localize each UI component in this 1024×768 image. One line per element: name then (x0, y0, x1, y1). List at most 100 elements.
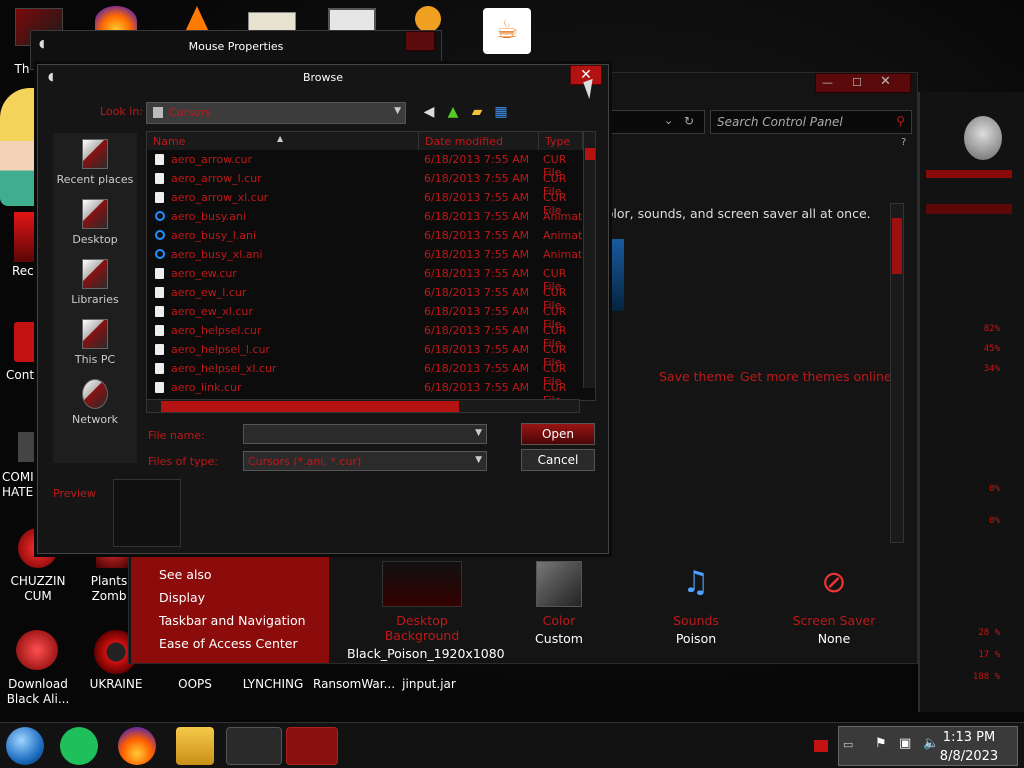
file-row[interactable]: aero_busy_l.ani 6/18/2013 7:55 AM Animated (147, 226, 595, 245)
notification-icon[interactable] (814, 740, 828, 752)
start-button-icon[interactable] (6, 727, 44, 765)
close-icon[interactable]: ✕ (880, 74, 891, 89)
new-folder-icon[interactable]: ▰ (468, 103, 486, 121)
place-this-pc[interactable]: This PC (53, 319, 137, 366)
setting-value: Poison (675, 631, 717, 646)
taskbar-app-personalization[interactable] (226, 727, 282, 765)
taskbar-app-mouse-properties[interactable] (286, 727, 338, 765)
desktop-icon-label: CHUZZIN CUM (10, 574, 66, 603)
scrollbar-thumb[interactable] (585, 148, 595, 160)
desktop-icon-download[interactable]: Download Black Ali... (0, 677, 76, 707)
address-bar[interactable]: ⌄ ↻ (599, 110, 705, 134)
gadget-bar (926, 170, 1012, 178)
file-name: aero_helpsel_xl.cur (171, 362, 277, 375)
clock-time: 1:13 PM (942, 730, 996, 745)
flag-icon[interactable]: ⚑ (875, 736, 887, 751)
taskbar-navigation-link[interactable]: Taskbar and Navigation (159, 609, 319, 632)
close-button[interactable] (405, 31, 435, 51)
desktop-icon-chuzzin[interactable]: CHUZZIN CUM (0, 574, 76, 604)
back-icon[interactable]: ◀ (420, 103, 438, 121)
file-row[interactable]: aero_arrow_xl.cur 6/18/2013 7:55 AM CUR Fi… (147, 188, 583, 217)
column-header-name[interactable]: Name ▲ (147, 132, 419, 150)
java-icon[interactable]: ☕ (483, 8, 531, 54)
file-list-scrollbar[interactable] (583, 132, 595, 388)
desktop-icon-label: RansomWar... (313, 677, 396, 691)
place-recent[interactable]: Recent places (53, 139, 137, 186)
cancel-button[interactable]: Cancel (521, 449, 595, 471)
file-row[interactable]: aero_arrow_l.cur 6/18/2013 7:55 AM CUR Fil… (147, 169, 583, 198)
network-icon[interactable]: ▣ (899, 736, 911, 751)
desktop-shortcut-icon[interactable] (18, 432, 38, 462)
column-header-date[interactable]: Date modified (419, 132, 539, 150)
chevron-down-icon[interactable]: ⌄ (664, 114, 673, 127)
view-menu-icon[interactable]: ▦ (492, 103, 510, 121)
sounds-icon[interactable]: ♫ (673, 561, 719, 607)
color-setting[interactable]: Color Custom (499, 561, 619, 646)
file-date: 6/18/2013 7:55 AM (424, 229, 530, 242)
maximize-icon[interactable]: ☐ (852, 76, 862, 89)
file-row[interactable]: aero_helpsel_l.cur 6/18/2013 7:55 AM CUR F… (147, 340, 583, 369)
file-row[interactable]: aero_helpsel.cur 6/18/2013 7:55 AM CUR Fil… (147, 321, 583, 350)
desktop-background-setting[interactable]: Desktop Background Black_Poison_1920x108… (347, 561, 505, 661)
file-row[interactable]: aero_ew_xl.cur 6/18/2013 7:55 AM CUR File (147, 302, 583, 331)
file-row[interactable]: aero_helpsel_xl.cur 6/18/2013 7:55 AM CUR … (147, 359, 583, 388)
file-row[interactable]: aero_busy.ani 6/18/2013 7:55 AM Animated (147, 207, 595, 226)
this-pc-icon (82, 319, 108, 349)
desktop-icon-ransomware[interactable]: RansomWar... (313, 677, 395, 692)
file-row[interactable]: aero_busy_xl.ani 6/18/2013 7:55 AM Animate… (147, 245, 595, 264)
open-button[interactable]: Open (521, 423, 595, 445)
screen-saver-setting[interactable]: ⊘ Screen Saver None (774, 561, 894, 646)
refresh-icon[interactable]: ↻ (684, 114, 694, 128)
get-more-themes-link[interactable]: Get more themes online (740, 369, 892, 384)
recycle-bin-icon[interactable] (14, 212, 36, 262)
gadget-percent: 188 % (972, 672, 1000, 682)
desktop-icon-ukraine[interactable]: UKRAINE (78, 677, 154, 692)
screen-saver-icon[interactable]: ⊘ (811, 561, 857, 607)
firefox-icon[interactable] (118, 727, 156, 765)
scrollbar-thumb[interactable] (892, 218, 902, 274)
save-theme-link[interactable]: Save theme (659, 369, 734, 384)
clock[interactable]: 1:13 PM 8/8/2023 (934, 728, 1004, 766)
desktop-icon-oops[interactable]: OOPS (157, 677, 233, 692)
file-list[interactable]: Name ▲ Date modified Type aero_arrow.cur 6… (146, 131, 596, 401)
gpu-icon[interactable]: ▭ (843, 738, 853, 751)
scrollbar-thumb[interactable] (161, 401, 459, 412)
place-desktop[interactable]: Desktop (53, 199, 137, 246)
file-row[interactable]: aero_link.cur 6/18/2013 7:55 AM CUR File (147, 378, 583, 400)
files-of-type-dropdown[interactable]: Cursors (*.ani, *.cur) ▼ (243, 451, 487, 471)
vlc-icon[interactable] (185, 6, 209, 32)
chevron-down-icon: ▼ (475, 455, 482, 465)
chat-app-icon[interactable] (60, 727, 98, 765)
file-explorer-icon[interactable] (176, 727, 214, 765)
file-row[interactable]: aero_ew.cur 6/18/2013 7:55 AM CUR File (147, 264, 583, 293)
desktop-icon-lynching[interactable]: LYNCHING (235, 677, 311, 692)
desktop-background-thumbnail[interactable] (382, 561, 462, 607)
desktop-icon-plants[interactable]: Plants Zomb (84, 574, 134, 604)
sounds-setting[interactable]: ♫ Sounds Poison (636, 561, 756, 646)
minimize-icon[interactable]: — (822, 76, 833, 89)
animated-cursor-icon (155, 230, 165, 240)
color-swatch[interactable] (536, 561, 582, 607)
desktop-shortcut-icon[interactable] (415, 6, 441, 32)
desktop-icon-label: UKRAINE (89, 677, 143, 691)
column-header-type[interactable]: Type (539, 132, 583, 150)
file-name-input[interactable]: ▼ (243, 424, 487, 444)
display-link[interactable]: Display (159, 586, 319, 609)
animated-cursor-icon (155, 211, 165, 221)
search-control-panel-input[interactable]: Search Control Panel ⚲ (710, 110, 912, 134)
place-libraries[interactable]: Libraries (53, 259, 137, 306)
place-network[interactable]: Network (53, 379, 137, 426)
horizontal-scrollbar[interactable] (146, 399, 580, 413)
cursor-file-icon (155, 363, 164, 374)
search-icon[interactable]: ⚲ (896, 114, 905, 128)
file-row[interactable]: aero_ew_l.cur 6/18/2013 7:55 AM CUR File (147, 283, 583, 312)
help-icon[interactable]: ? (901, 137, 906, 148)
desktop-shortcut-icon[interactable] (16, 630, 58, 670)
look-in-dropdown[interactable]: Cursors ▼ (146, 102, 406, 124)
desktop-icon-jinput[interactable]: jinput.jar (391, 677, 467, 692)
up-folder-icon[interactable]: ▲ (444, 103, 462, 121)
themes-scrollbar[interactable] (890, 203, 904, 543)
ease-of-access-link[interactable]: Ease of Access Center (159, 632, 319, 655)
file-row[interactable]: aero_arrow.cur 6/18/2013 7:55 AM CUR File (147, 150, 583, 179)
control-panel-icon[interactable] (14, 322, 36, 362)
